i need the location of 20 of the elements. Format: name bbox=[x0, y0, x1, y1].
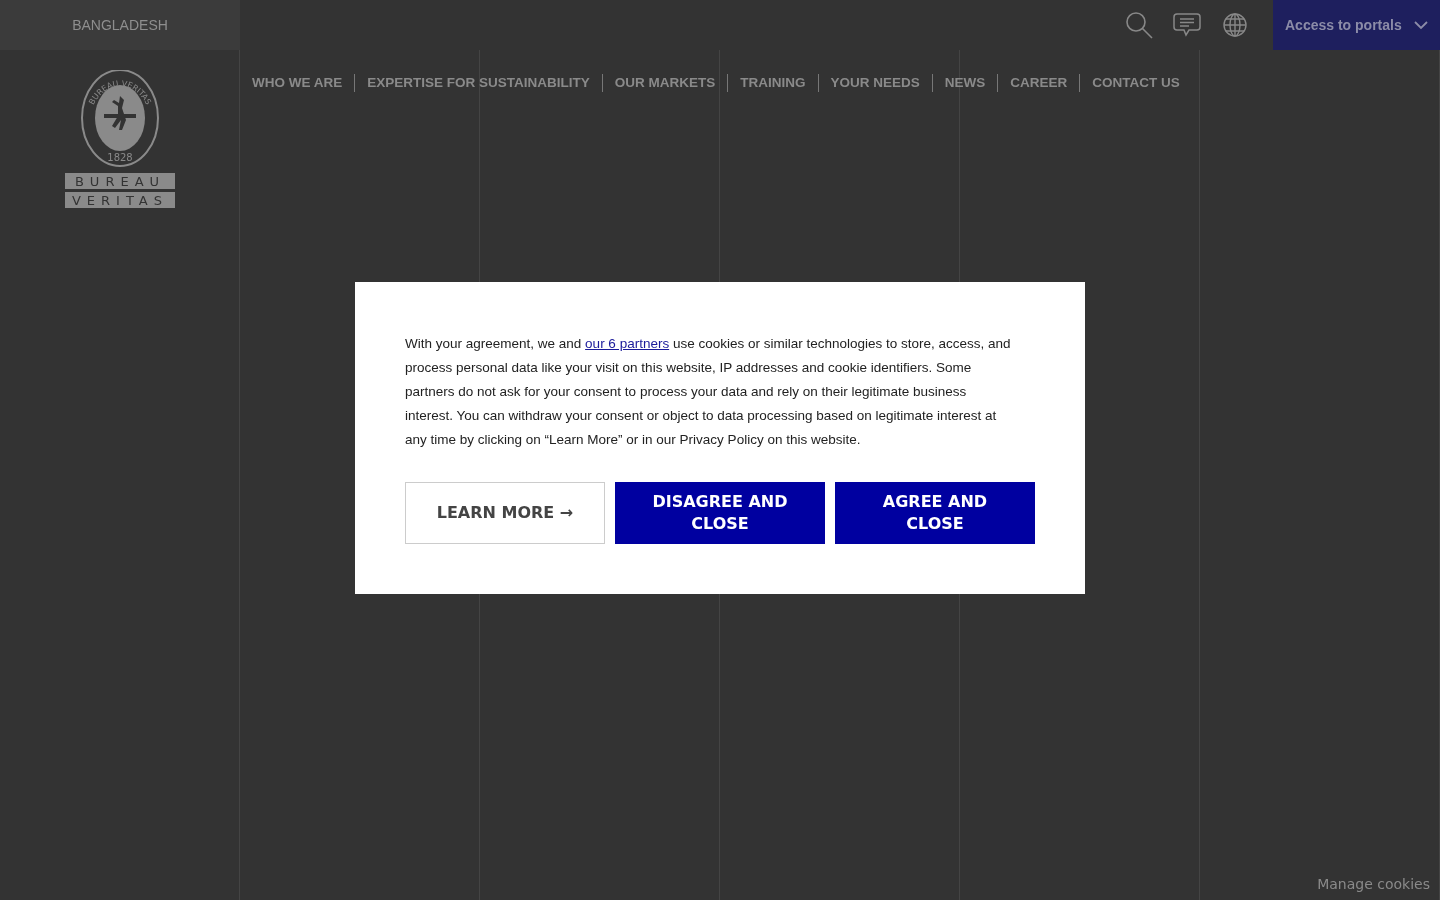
country-selector[interactable]: BANGLADESH bbox=[0, 0, 240, 50]
partners-link[interactable]: our 6 partners bbox=[585, 336, 670, 351]
globe-icon[interactable] bbox=[1221, 11, 1249, 39]
nav-link[interactable]: WHO WE ARE bbox=[252, 74, 355, 92]
nav-link[interactable]: CONTACT US bbox=[1079, 74, 1192, 92]
chat-bubble-icon[interactable] bbox=[1173, 11, 1201, 39]
search-icon[interactable] bbox=[1125, 11, 1153, 39]
learn-more-button[interactable]: LEARN MORE → bbox=[405, 482, 605, 544]
consent-button[interactable]: DISAGREE AND CLOSE bbox=[615, 482, 825, 544]
consent-text: With your agreement, we and our 6 partners use cookies or similar technologies to store, access, and process personal data like your visit on this website, IP addresses and cookie identifiers. Some partners do not ask for your consent to process your data and rely on their legitimate business interest. You can withdraw your consent or object to data processing based on legitimate interest at any time by clicking on “Learn More” or in our Privacy Policy on this website. bbox=[405, 335, 1012, 449]
nav-link[interactable]: EXPERTISE FOR SUSTAINABILITY bbox=[354, 74, 602, 92]
chevron-down-icon bbox=[1414, 20, 1428, 30]
nav-link[interactable]: TRAINING bbox=[727, 74, 818, 92]
access-portals-button[interactable]: Access to portals bbox=[1273, 0, 1440, 50]
nav-link[interactable]: YOUR NEEDS bbox=[817, 74, 932, 92]
nav-link[interactable]: CAREER bbox=[997, 74, 1080, 92]
consent-button[interactable]: AGREE AND CLOSE bbox=[835, 482, 1035, 544]
manage-cookies-link[interactable]: Manage cookies bbox=[1317, 876, 1430, 892]
nav-link[interactable]: OUR MARKETS bbox=[601, 74, 728, 92]
nav-link[interactable]: NEWS bbox=[931, 74, 998, 92]
